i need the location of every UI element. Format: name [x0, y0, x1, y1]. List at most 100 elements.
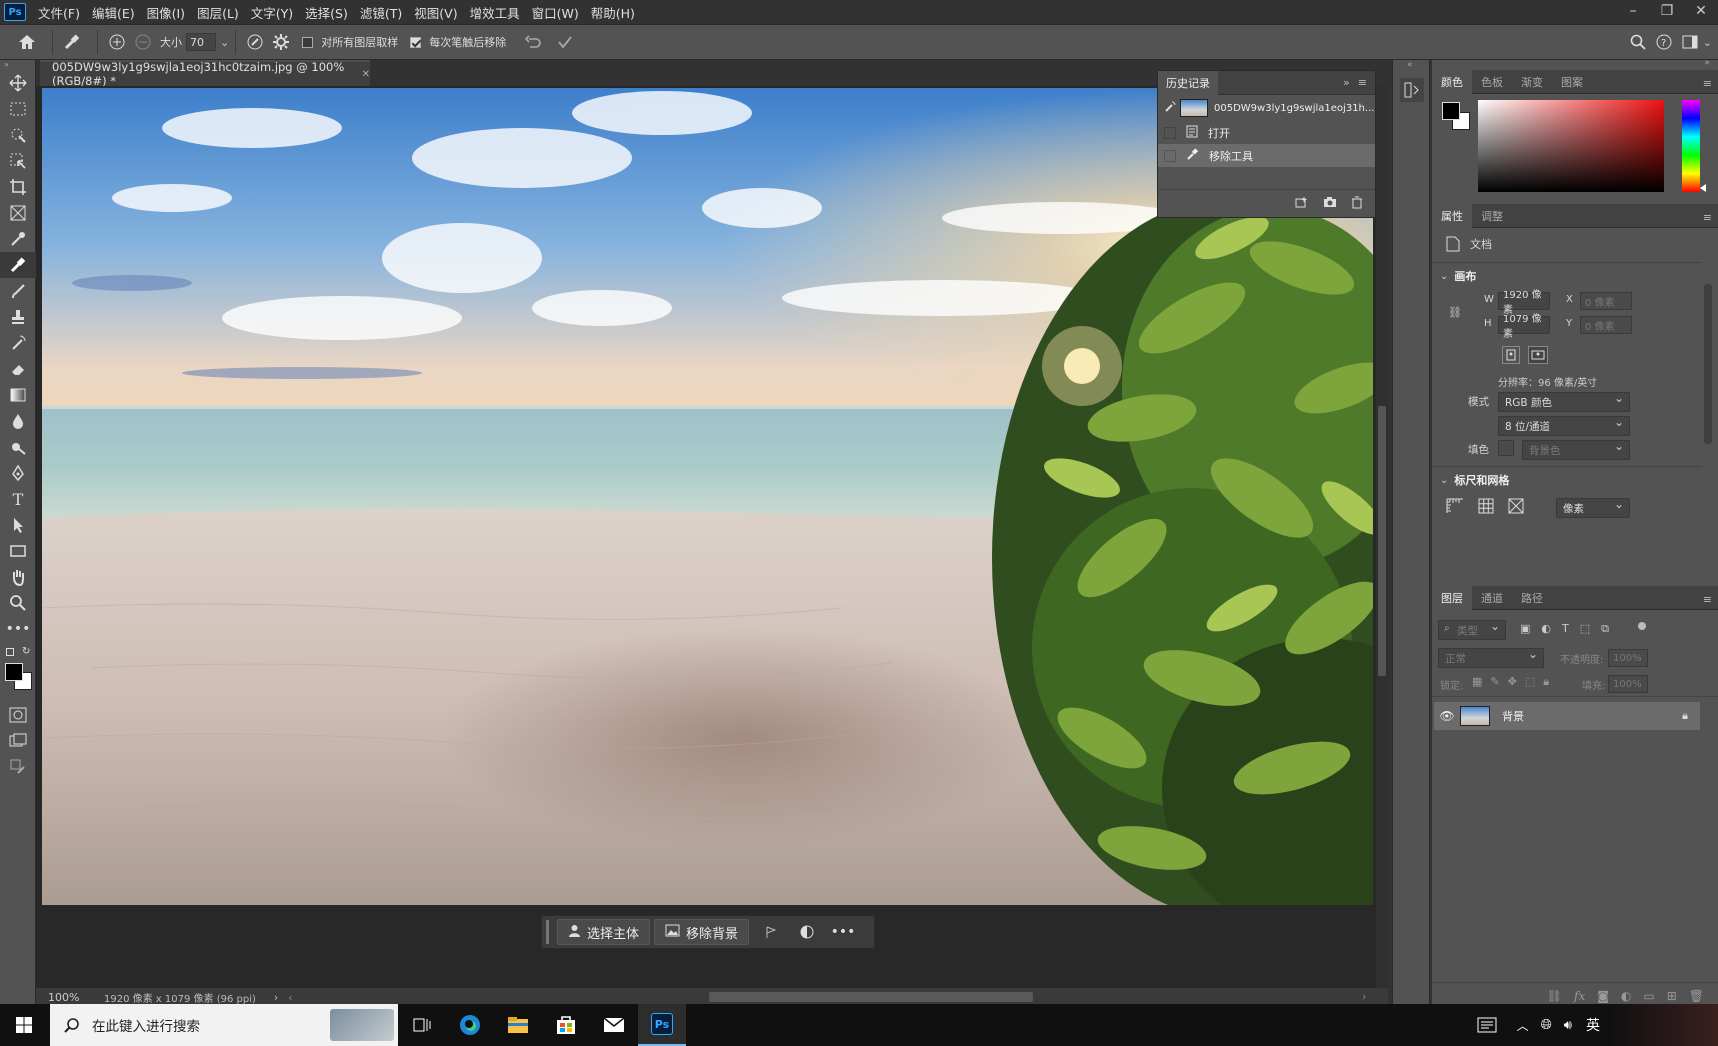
- history-source-box[interactable]: [1164, 126, 1176, 139]
- swap-colors-icon[interactable]: ↻: [22, 646, 30, 657]
- windows-start-icon[interactable]: [0, 1004, 48, 1046]
- lock-position-icon[interactable]: ✥: [1508, 675, 1517, 689]
- input-method-indicator[interactable]: 英: [1586, 1015, 1600, 1035]
- rulers-grids-section-header[interactable]: ⌄ 标尺和网格: [1440, 472, 1509, 488]
- stamp-tool-icon[interactable]: [0, 304, 36, 330]
- blur-tool-icon[interactable]: [0, 408, 36, 434]
- help-icon[interactable]: ?: [1651, 29, 1677, 55]
- select-subject-button[interactable]: 选择主体: [557, 919, 651, 945]
- sample-all-checkbox[interactable]: [302, 36, 314, 48]
- tab-patterns[interactable]: 图案: [1552, 70, 1592, 94]
- portrait-orientation-icon[interactable]: [1502, 346, 1520, 364]
- menu-window[interactable]: 窗口(W): [526, 0, 585, 24]
- gradient-tool-icon[interactable]: [0, 382, 36, 408]
- lock-all-icon[interactable]: 🔒︎: [1543, 675, 1549, 689]
- menu-layer[interactable]: 图层(L): [191, 0, 245, 24]
- sample-all-layers-option[interactable]: 对所有图层取样: [302, 34, 402, 50]
- tab-color[interactable]: 颜色: [1432, 69, 1472, 94]
- default-colors-icon[interactable]: [6, 648, 14, 656]
- document-size-info[interactable]: 1920 像素 x 1079 像素 (96 ppi): [104, 990, 256, 1005]
- ruler-icon[interactable]: [1446, 498, 1464, 517]
- properties-scroll-thumb[interactable]: [1704, 284, 1712, 444]
- panel-menu-icon[interactable]: ≡: [1703, 593, 1712, 606]
- path-selection-tool-icon[interactable]: [0, 512, 36, 538]
- taskbar-search-box[interactable]: 在此键入进行搜索: [50, 1004, 398, 1046]
- expand-panel-icon[interactable]: »: [1343, 76, 1350, 89]
- canvas-section-header[interactable]: ⌄ 画布: [1440, 268, 1476, 284]
- history-step-open[interactable]: 打开: [1158, 121, 1375, 144]
- screen-mode-icon[interactable]: [0, 728, 36, 754]
- selection-options-icon[interactable]: [753, 919, 789, 945]
- rectangle-tool-icon[interactable]: [0, 538, 36, 564]
- marquee-tool-icon[interactable]: [0, 96, 36, 122]
- photoshop-logo[interactable]: Ps: [4, 3, 26, 21]
- crop-tool-icon[interactable]: [0, 174, 36, 200]
- undo-icon[interactable]: [520, 29, 546, 55]
- brush-tool-icon[interactable]: [0, 278, 36, 304]
- panel-menu-icon[interactable]: ≡: [1358, 76, 1367, 89]
- menu-help[interactable]: 帮助(H): [585, 0, 641, 24]
- eye-icon[interactable]: 👁︎: [1434, 709, 1460, 723]
- y-input[interactable]: 0 像素: [1580, 316, 1632, 334]
- tab-gradients[interactable]: 渐变: [1512, 70, 1552, 94]
- remove-after-stroke-option[interactable]: 每次笔触后移除: [410, 34, 510, 50]
- history-snapshot[interactable]: 005DW9w3ly1g9swjla1eoj31h...: [1158, 95, 1375, 121]
- foreground-color-swatch[interactable]: [1442, 102, 1460, 120]
- link-icon[interactable]: ⛓: [1448, 306, 1462, 319]
- bit-depth-select[interactable]: 8 位/通道: [1498, 415, 1630, 436]
- more-tools-icon[interactable]: •••: [0, 616, 36, 642]
- edit-toolbar-icon[interactable]: [0, 754, 36, 780]
- home-icon[interactable]: [14, 29, 40, 55]
- tab-paths[interactable]: 路径: [1512, 586, 1552, 610]
- photoshop-taskbar-icon[interactable]: Ps: [638, 1004, 686, 1046]
- smart-object-filter-icon[interactable]: ⧉: [1601, 622, 1609, 636]
- vertical-scroll-thumb[interactable]: [1378, 406, 1386, 676]
- tab-layers[interactable]: 图层: [1432, 585, 1472, 610]
- chevron-down-icon[interactable]: ⌄: [1703, 36, 1712, 49]
- remove-after-checkbox[interactable]: [410, 36, 422, 48]
- panel-menu-icon[interactable]: ≡: [1703, 77, 1712, 90]
- new-document-from-state-icon[interactable]: [1295, 196, 1309, 211]
- tab-properties[interactable]: 属性: [1432, 203, 1472, 228]
- close-icon[interactable]: ✕: [1684, 0, 1718, 22]
- microsoft-store-icon[interactable]: [542, 1004, 590, 1046]
- chevron-down-icon[interactable]: ⌄: [220, 36, 229, 49]
- vertical-scrollbar[interactable]: [1376, 86, 1388, 988]
- remove-tool-icon[interactable]: [0, 252, 36, 278]
- tab-channels[interactable]: 通道: [1472, 586, 1512, 610]
- menu-edit[interactable]: 编辑(E): [86, 0, 141, 24]
- menu-select[interactable]: 选择(S): [299, 0, 354, 24]
- subtract-stroke-icon[interactable]: [130, 29, 156, 55]
- dodge-tool-icon[interactable]: [0, 434, 36, 460]
- zoom-level[interactable]: 100%: [48, 991, 98, 1004]
- fill-color-swatch[interactable]: [1498, 440, 1514, 456]
- history-source-box[interactable]: [1164, 149, 1176, 162]
- trash-icon[interactable]: [1351, 196, 1363, 212]
- mail-icon[interactable]: [590, 1004, 638, 1046]
- move-tool-icon[interactable]: [0, 70, 36, 96]
- grid-icon[interactable]: [1478, 498, 1494, 517]
- ruler-units-select[interactable]: 像素: [1556, 497, 1630, 518]
- size-input[interactable]: 70: [186, 33, 216, 51]
- hand-tool-icon[interactable]: [0, 564, 36, 590]
- new-group-icon[interactable]: ▭: [1643, 989, 1654, 1003]
- eraser-tool-icon[interactable]: [0, 356, 36, 382]
- collapse-icon[interactable]: »: [1432, 59, 1718, 70]
- width-input[interactable]: 1920 像素: [1498, 290, 1550, 316]
- layer-fill-input[interactable]: 100%: [1608, 675, 1648, 693]
- scroll-left-icon[interactable]: ‹: [288, 991, 292, 1004]
- add-mask-icon[interactable]: ◙: [1597, 989, 1609, 1003]
- blend-mode-select[interactable]: 正常: [1438, 647, 1544, 668]
- scroll-right-icon[interactable]: ›: [1362, 990, 1366, 1003]
- delete-layer-icon[interactable]: 🗑︎: [1689, 989, 1704, 1003]
- chevron-up-icon[interactable]: ︿: [1517, 1017, 1529, 1034]
- remove-background-button[interactable]: 移除背景: [654, 919, 750, 945]
- frame-tool-icon[interactable]: [0, 200, 36, 226]
- lock-icon[interactable]: 🔒︎: [1682, 709, 1688, 723]
- horizontal-scroll-thumb[interactable]: [709, 992, 1033, 1002]
- lock-artboard-icon[interactable]: ⬚: [1525, 675, 1535, 689]
- x-input[interactable]: 0 像素: [1580, 292, 1632, 310]
- task-view-icon[interactable]: [398, 1004, 446, 1046]
- quick-selection-tool-icon[interactable]: [0, 122, 36, 148]
- tab-swatches[interactable]: 色板: [1472, 70, 1512, 94]
